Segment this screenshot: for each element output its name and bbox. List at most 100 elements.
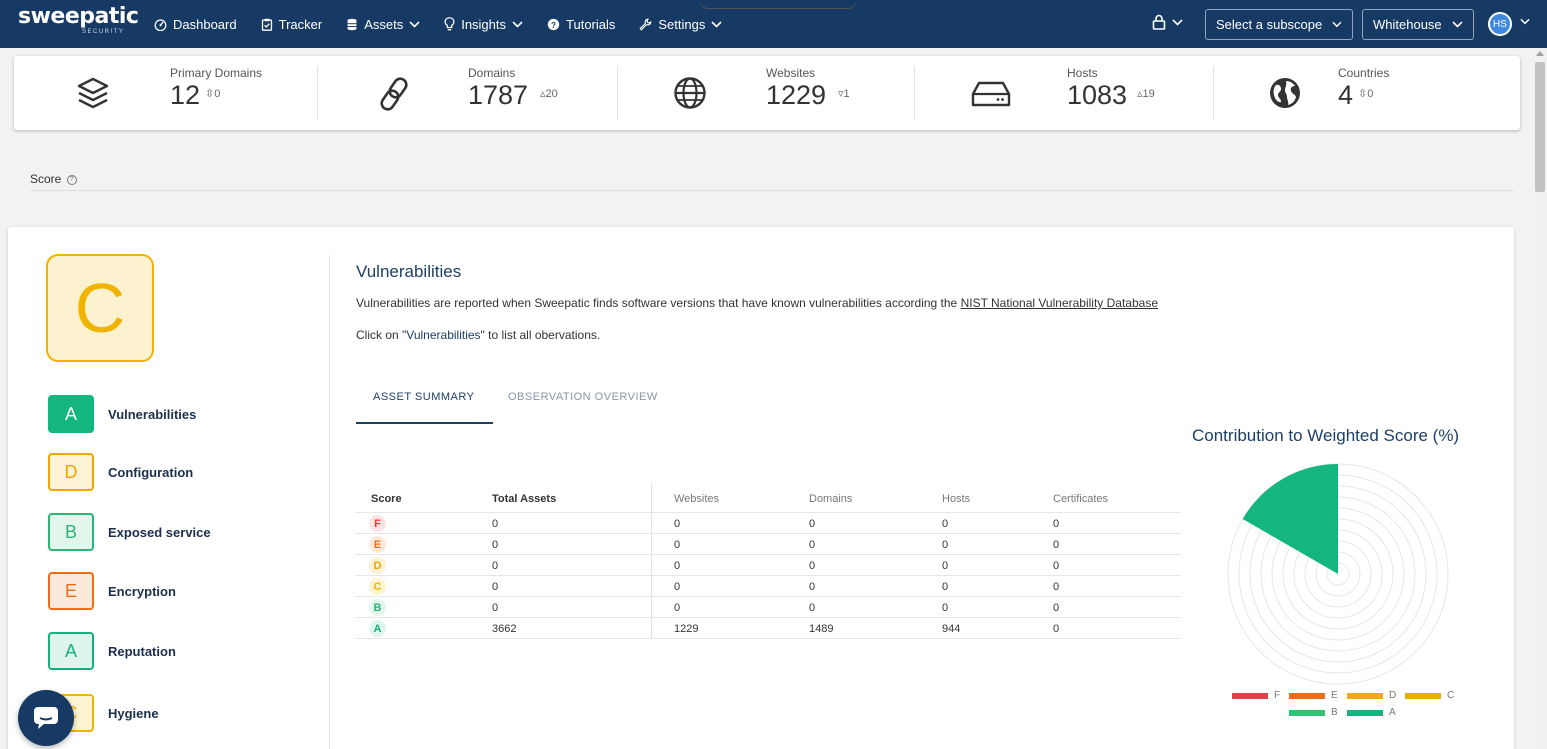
websites-cell: 0 [674, 518, 681, 530]
websites-cell: 0 [674, 581, 681, 593]
domains-cell: 0 [809, 560, 816, 572]
nav-item-settings[interactable]: Settings [639, 17, 722, 32]
hosts-cell: 0 [942, 518, 949, 530]
legend-item-a[interactable]: A [1347, 707, 1396, 718]
stat-primary-domains[interactable]: Primary Domains 12 ⇳0 [14, 56, 314, 130]
stat-value: 1083 [1067, 80, 1128, 110]
certificates-cell: 0 [1053, 560, 1060, 572]
total-assets-cell: 0 [492, 581, 499, 593]
legend-item-b[interactable]: B [1289, 707, 1338, 718]
grade-badge: B [48, 513, 94, 551]
user-avatar[interactable]: HS [1488, 12, 1512, 36]
total-assets-cell: 3662 [492, 623, 517, 635]
row-grade-badge: C [369, 578, 386, 595]
help-icon[interactable]: ? [66, 174, 77, 185]
scroll-up-arrow[interactable] [1536, 51, 1544, 56]
legend-swatch [1232, 692, 1268, 699]
stat-delta-value: 0 [1367, 88, 1374, 100]
instructions-keyword: Vulnerabilities [406, 328, 481, 342]
legend-swatch [1405, 692, 1441, 699]
certificates-cell: 0 [1053, 602, 1060, 614]
subscope-select[interactable]: Select a subscope [1205, 9, 1353, 40]
lock-menu[interactable] [1152, 14, 1183, 30]
sweepatic-logo[interactable]: sweepatic SECURITY [18, 6, 139, 42]
chevron-down-icon [711, 20, 722, 28]
category-name: Vulnerabilities [108, 406, 197, 422]
category-reputation[interactable]: A Reputation [48, 631, 176, 671]
nav-item-label: Insights [461, 16, 507, 32]
table-row[interactable]: E 0 0 0 0 0 [355, 534, 1181, 555]
legend-label: E [1331, 690, 1338, 701]
description-text: Vulnerabilities are reported when Sweepa… [356, 296, 961, 310]
category-encryption[interactable]: E Encryption [48, 571, 176, 611]
hosts-cell: 944 [942, 623, 961, 635]
column-divider [651, 576, 652, 596]
legend-item-e[interactable]: E [1289, 690, 1338, 701]
row-grade-badge: A [369, 620, 386, 637]
table-row[interactable]: F 0 0 0 0 0 [355, 513, 1181, 534]
nav-item-assets[interactable]: Assets [346, 17, 420, 32]
category-exposed-service[interactable]: B Exposed service [48, 512, 211, 552]
total-assets-cell: 0 [492, 518, 499, 530]
legend-item-f[interactable]: F [1232, 690, 1280, 701]
category-name: Reputation [108, 643, 176, 659]
websites-cell: 0 [674, 602, 681, 614]
tab-asset-summary[interactable]: ASSET SUMMARY [373, 391, 474, 403]
legend-item-c[interactable]: C [1405, 690, 1454, 701]
column-header: Domains [809, 493, 853, 505]
clipboard-icon [261, 18, 272, 31]
neutral-trend-icon: ⇳ [1358, 88, 1368, 100]
column-divider [651, 555, 652, 575]
category-configuration[interactable]: D Configuration [48, 452, 193, 492]
nav-item-tutorials[interactable]: ? Tutorials [547, 17, 615, 32]
column-divider [651, 484, 652, 512]
chart-segment-a[interactable] [1242, 464, 1338, 574]
table-row[interactable]: A 3662 1229 1489 944 0 [355, 618, 1181, 639]
nav-item-insights[interactable]: Insights [444, 17, 523, 32]
help-circle-icon: ? [547, 18, 560, 30]
legend-item-d[interactable]: D [1347, 690, 1396, 701]
stat-value: 1229 [766, 80, 827, 110]
hosts-cell: 0 [942, 602, 949, 614]
overall-grade: C [46, 254, 154, 362]
chat-launcher-button[interactable] [18, 690, 74, 746]
contribution-polar-chart [1227, 463, 1449, 685]
stat-delta-value: 20 [545, 88, 558, 100]
earth-icon [1270, 78, 1300, 108]
divider [30, 190, 1514, 191]
legend-label: C [1447, 690, 1455, 701]
grade-badge: D [48, 453, 94, 491]
nav-item-label: Tracker [278, 16, 323, 32]
tab-observation-overview[interactable]: OBSERVATION OVERVIEW [508, 391, 658, 403]
total-assets-cell: 0 [492, 539, 499, 551]
subscope-select-value: Select a subscope [1216, 17, 1323, 32]
lightbulb-icon [444, 17, 455, 31]
category-vulnerabilities[interactable]: A Vulnerabilities [48, 394, 196, 434]
score-heading-label: Score [30, 172, 62, 186]
certificates-cell: 0 [1053, 623, 1060, 635]
grade-badge: A [48, 632, 94, 670]
table-row[interactable]: C 0 0 0 0 0 [355, 576, 1181, 597]
chevron-down-icon[interactable] [1520, 18, 1530, 25]
legend-row: B A [1289, 707, 1419, 719]
page-scrollbar[interactable] [1533, 48, 1547, 749]
wrench-icon [639, 18, 652, 31]
table-row[interactable]: D 0 0 0 0 0 [355, 555, 1181, 576]
nav-item-tracker[interactable]: Tracker [261, 16, 323, 32]
globe-icon [674, 77, 706, 109]
legend-swatch [1289, 709, 1325, 716]
stat-domains[interactable]: Domains 1787 ▵20 [318, 56, 618, 130]
nav-item-label: Settings [658, 16, 706, 32]
table-row[interactable]: B 0 0 0 0 0 [355, 597, 1181, 618]
scrollbar-thumb[interactable] [1535, 62, 1545, 192]
stat-hosts[interactable]: Hosts 1083 ▵19 [915, 56, 1213, 130]
domains-cell: 0 [809, 602, 816, 614]
nav-item-dashboard[interactable]: Dashboard [154, 17, 237, 32]
legend-swatch [1289, 692, 1325, 699]
nist-database-link[interactable]: NIST National Vulnerability Database [961, 296, 1158, 310]
domains-cell: 0 [809, 581, 816, 593]
stat-websites[interactable]: Websites 1229 ▿1 [618, 56, 914, 130]
stat-value: 1787 [468, 80, 529, 110]
organization-select[interactable]: Whitehouse [1362, 9, 1474, 40]
stat-countries[interactable]: Countries 4 ⇳0 [1214, 56, 1520, 130]
